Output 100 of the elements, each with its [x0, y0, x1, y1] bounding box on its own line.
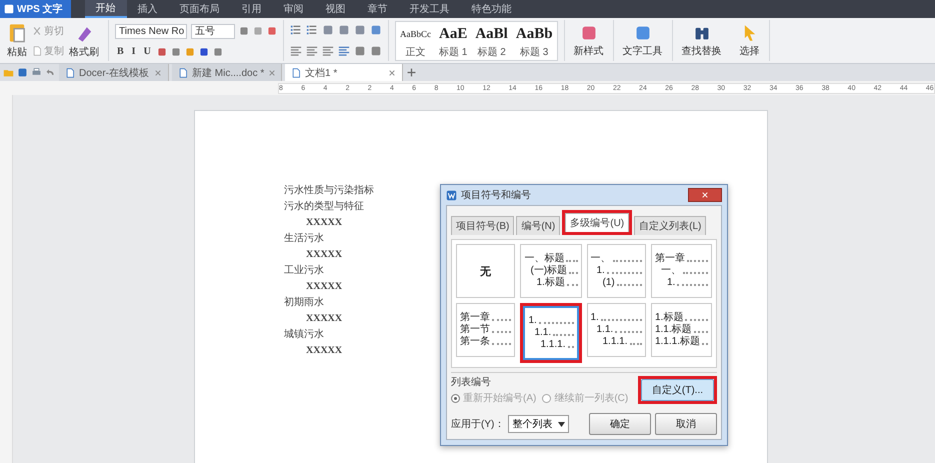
number-marker: 1.1.1. — [540, 339, 566, 351]
menu-tab[interactable]: 特色功能 — [460, 0, 523, 18]
format-button[interactable]: U — [142, 46, 153, 58]
document-line: 生活污水 — [284, 232, 324, 246]
menu-tab[interactable]: 页面布局 — [168, 0, 231, 18]
paste-button[interactable]: 粘贴 — [4, 22, 30, 58]
menu-tab[interactable]: 审阅 — [272, 0, 315, 18]
number-marker: (1) — [602, 277, 615, 289]
numbering-preset[interactable]: 无 — [456, 244, 516, 298]
menu-tab[interactable]: 开始 — [84, 0, 127, 18]
style-preset[interactable]: AaE 标题 1 — [435, 22, 472, 60]
align-icon[interactable] — [306, 44, 318, 57]
apply-to-label: 应用于(Y)： — [451, 418, 504, 431]
number-marker: 1. — [528, 315, 537, 327]
document-icon — [178, 68, 188, 78]
format-button[interactable]: B — [115, 46, 126, 58]
ribbon-tool-button[interactable]: 查找替换 — [678, 24, 725, 58]
font-size-field[interactable]: 五号 — [191, 24, 235, 39]
numbering-preset[interactable]: 第一章 一、 1. — [650, 244, 712, 298]
paste-icon[interactable] — [7, 22, 27, 42]
number-marker: 1.1. — [534, 327, 552, 339]
close-icon — [701, 191, 709, 199]
number-marker: 第一章 — [460, 312, 490, 324]
close-icon[interactable] — [154, 68, 162, 76]
number-marker: 一、 — [590, 253, 610, 265]
dialog-tab[interactable]: 项目符号(B) — [451, 216, 514, 235]
number-marker: 1. — [666, 277, 676, 289]
ribbon-tool-button[interactable]: 文字工具 — [620, 24, 666, 58]
format-button[interactable]: I — [130, 46, 138, 58]
number-marker: 1.1.1.标题 — [654, 336, 700, 348]
list-icon[interactable] — [306, 24, 318, 36]
document-line: 污水的类型与特征 — [284, 200, 364, 214]
number-marker: 1.标题 — [654, 312, 684, 324]
number-marker: 1.1.标题 — [654, 324, 692, 336]
document-tab[interactable]: 新建 Mic....doc * — [172, 64, 282, 81]
printer-icon[interactable] — [31, 67, 42, 78]
document-icon — [65, 68, 75, 78]
number-marker: 一、标题 — [524, 253, 564, 264]
apply-to-dropdown[interactable]: 整个列表 — [508, 415, 570, 433]
dialog-tab[interactable]: 编号(N) — [516, 216, 560, 235]
dialog-title: 项目符号和编号 — [461, 188, 532, 202]
close-icon[interactable] — [388, 68, 396, 76]
document-line: XXXXX — [305, 344, 342, 358]
document-line: XXXXX — [305, 280, 342, 294]
align-icon[interactable] — [338, 44, 350, 57]
document-icon[interactable] — [32, 46, 42, 56]
font-name-field[interactable]: Times New Ro — [115, 24, 187, 39]
list-icon[interactable] — [290, 24, 302, 36]
menu-tab[interactable]: 引用 — [230, 0, 273, 18]
style-preset[interactable]: AaBb 标题 3 — [512, 22, 557, 60]
numbering-preset[interactable]: 1.标题 1.1.标题 1.1.1.标题 — [650, 303, 712, 357]
ribbon-tool-button[interactable]: 选择 — [736, 24, 763, 58]
document-line: 初期雨水 — [284, 296, 324, 310]
close-icon[interactable] — [268, 68, 276, 76]
customize-button[interactable]: 自定义(T)... — [640, 379, 714, 401]
number-marker: 第一章 — [654, 253, 685, 265]
app-menu-button[interactable]: WPS 文字 — [0, 0, 71, 18]
plus-icon[interactable] — [406, 67, 417, 78]
numbering-preset[interactable]: 一、 1. (1) — [586, 244, 646, 298]
number-marker: 第一条 — [460, 336, 490, 348]
document-line: XXXXX — [305, 312, 342, 326]
number-marker: 一、 — [660, 265, 681, 277]
menu-tab[interactable]: 章节 — [356, 0, 399, 18]
align-icon[interactable] — [290, 44, 302, 57]
document-line: XXXXX — [305, 216, 342, 230]
format-painter-button[interactable]: 格式刷 — [66, 22, 102, 58]
document-line: XXXXX — [305, 248, 342, 262]
number-marker: 1. — [596, 265, 605, 277]
close-button[interactable] — [688, 188, 722, 202]
number-marker: (一)标题 — [530, 265, 568, 276]
menu-tab[interactable]: 视图 — [314, 0, 357, 18]
document-tab[interactable]: 文档1 * — [285, 64, 403, 81]
document-tab[interactable]: Docer-在线模板 — [59, 64, 169, 81]
numbering-preset[interactable]: 第一章 第一节 第一条 — [456, 303, 516, 357]
number-marker: 1.1. — [596, 324, 614, 336]
number-marker: 1.1.1. — [602, 336, 628, 348]
numbering-preset[interactable]: 1.1.1.1.1.1. — [586, 303, 646, 357]
dialog-tab[interactable]: 自定义列表(L) — [634, 216, 706, 235]
number-marker: 1.标题 — [536, 277, 565, 289]
caret-icon — [558, 422, 566, 426]
cancel-button[interactable]: 取消 — [655, 413, 717, 435]
undo-icon[interactable] — [45, 67, 56, 78]
style-preset[interactable]: AaBbCc 正文 — [396, 22, 435, 60]
document-line: 城镇污水 — [284, 328, 324, 342]
document-line: 污水性质与污染指标 — [284, 184, 374, 198]
number-marker: 1. — [590, 312, 599, 324]
number-marker: 第一节 — [460, 324, 490, 336]
menu-tab[interactable]: 插入 — [126, 0, 169, 18]
menu-tab[interactable]: 开发工具 — [398, 0, 461, 18]
align-icon[interactable] — [322, 44, 334, 57]
numbering-preset[interactable]: 一、标题 (一)标题 1.标题 — [520, 244, 582, 298]
group-title: 列表编号 — [451, 376, 492, 389]
style-preset[interactable]: AaBl 标题 2 — [471, 22, 512, 60]
ribbon-tool-button[interactable]: 新样式 — [570, 24, 607, 58]
document-icon — [291, 68, 301, 78]
numbering-preset[interactable]: 1.1.1. 1.1.1. — [523, 306, 578, 360]
dialog-tab[interactable]: 多级编号(U) — [565, 213, 630, 232]
scissors-icon[interactable] — [32, 26, 42, 36]
document-line: 工业污水 — [284, 264, 324, 278]
ok-button[interactable]: 确定 — [589, 413, 651, 435]
